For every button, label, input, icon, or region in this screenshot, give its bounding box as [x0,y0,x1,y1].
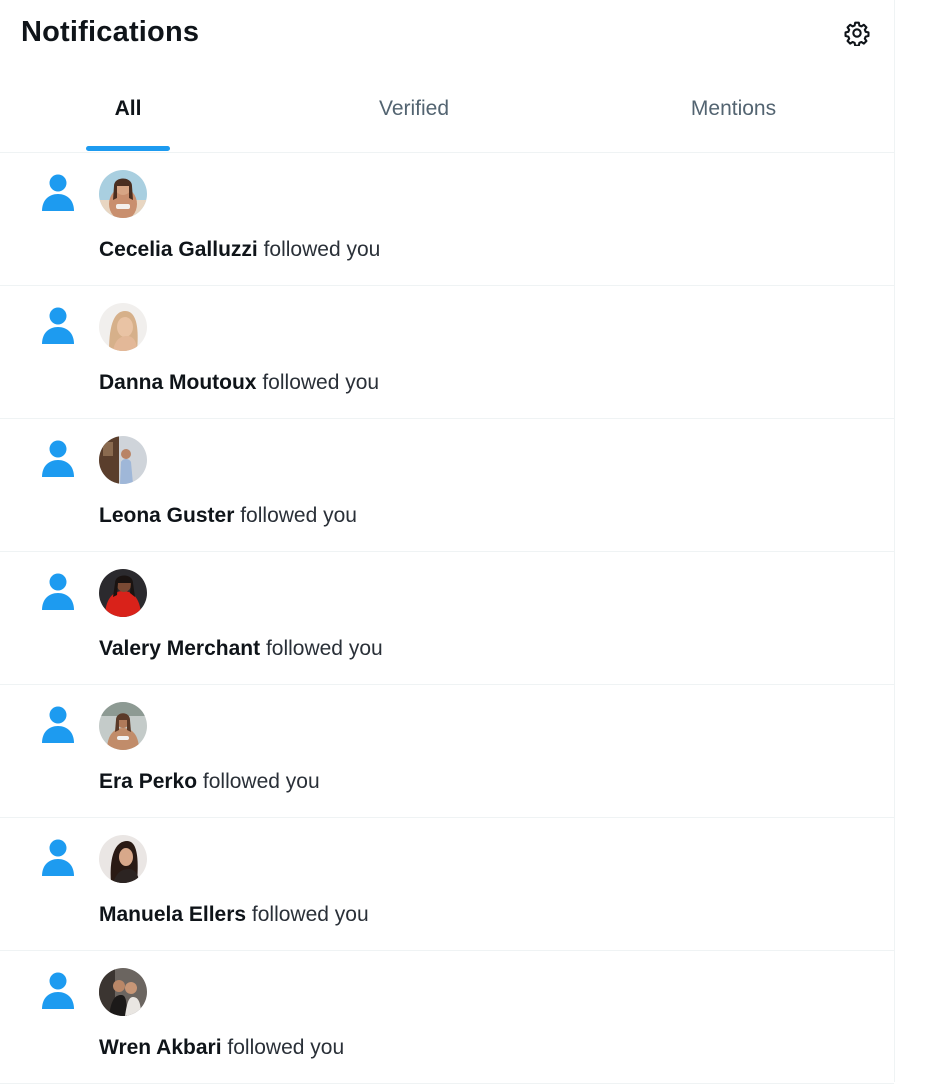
header: Notifications [0,0,894,66]
notification-action: followed you [202,770,320,793]
person-icon [42,573,74,610]
tab-label: All [114,97,142,120]
user-name[interactable]: Leona Guster [99,504,234,527]
tab-label: Mentions [690,97,777,120]
avatar[interactable] [99,170,147,218]
notification-item[interactable]: Wren Akbari followed you [0,951,894,1084]
avatar[interactable] [99,835,147,883]
person-icon [42,440,74,477]
user-name[interactable]: Danna Moutoux [99,371,257,394]
person-icon [42,839,74,876]
user-name[interactable]: Wren Akbari [99,1036,222,1059]
avatar[interactable] [99,569,147,617]
user-name[interactable]: Cecelia Galluzzi [99,238,258,261]
notification-item[interactable]: Danna Moutoux followed you [0,286,894,419]
gear-icon [844,21,870,46]
avatar[interactable] [99,436,147,484]
user-name[interactable]: Era Perko [99,770,197,793]
notification-text: Valery Merchant followed you [99,637,383,661]
notification-item[interactable]: Manuela Ellers followed you [0,818,894,951]
settings-button[interactable] [836,12,878,54]
notification-action: followed you [265,637,383,660]
notification-list: Cecelia Galluzzi followed you Danna Mout… [0,153,894,1084]
tab-verified[interactable]: Verified [256,66,572,152]
notifications-column: Notifications All Verified Mentions Cece… [0,0,895,1084]
notification-text: Era Perko followed you [99,770,320,794]
notification-item[interactable]: Cecelia Galluzzi followed you [0,153,894,286]
notification-action: followed you [227,1036,345,1059]
notification-action: followed you [251,903,369,926]
notification-action: followed you [240,504,357,527]
avatar[interactable] [99,303,147,351]
avatar[interactable] [99,702,147,750]
notification-text: Wren Akbari followed you [99,1036,344,1060]
notification-text: Manuela Ellers followed you [99,903,369,927]
notification-item[interactable]: Era Perko followed you [0,685,894,818]
person-icon [42,972,74,1009]
person-icon [42,174,74,211]
avatar[interactable] [99,968,147,1016]
person-icon [42,307,74,344]
notification-item[interactable]: Valery Merchant followed you [0,552,894,685]
active-tab-indicator [86,146,170,151]
page-title: Notifications [21,16,200,48]
user-name[interactable]: Valery Merchant [99,637,260,660]
notification-action: followed you [263,238,381,261]
user-name[interactable]: Manuela Ellers [99,903,246,926]
notification-text: Cecelia Galluzzi followed you [99,238,380,262]
tab-label: Verified [378,97,450,120]
notification-action: followed you [262,371,380,394]
person-icon [42,706,74,743]
notification-item[interactable]: Leona Guster followed you [0,419,894,552]
notification-text: Danna Moutoux followed you [99,371,379,395]
tab-bar: All Verified Mentions [0,66,894,153]
tab-all[interactable]: All [0,66,256,152]
tab-mentions[interactable]: Mentions [572,66,895,152]
notification-text: Leona Guster followed you [99,504,357,528]
